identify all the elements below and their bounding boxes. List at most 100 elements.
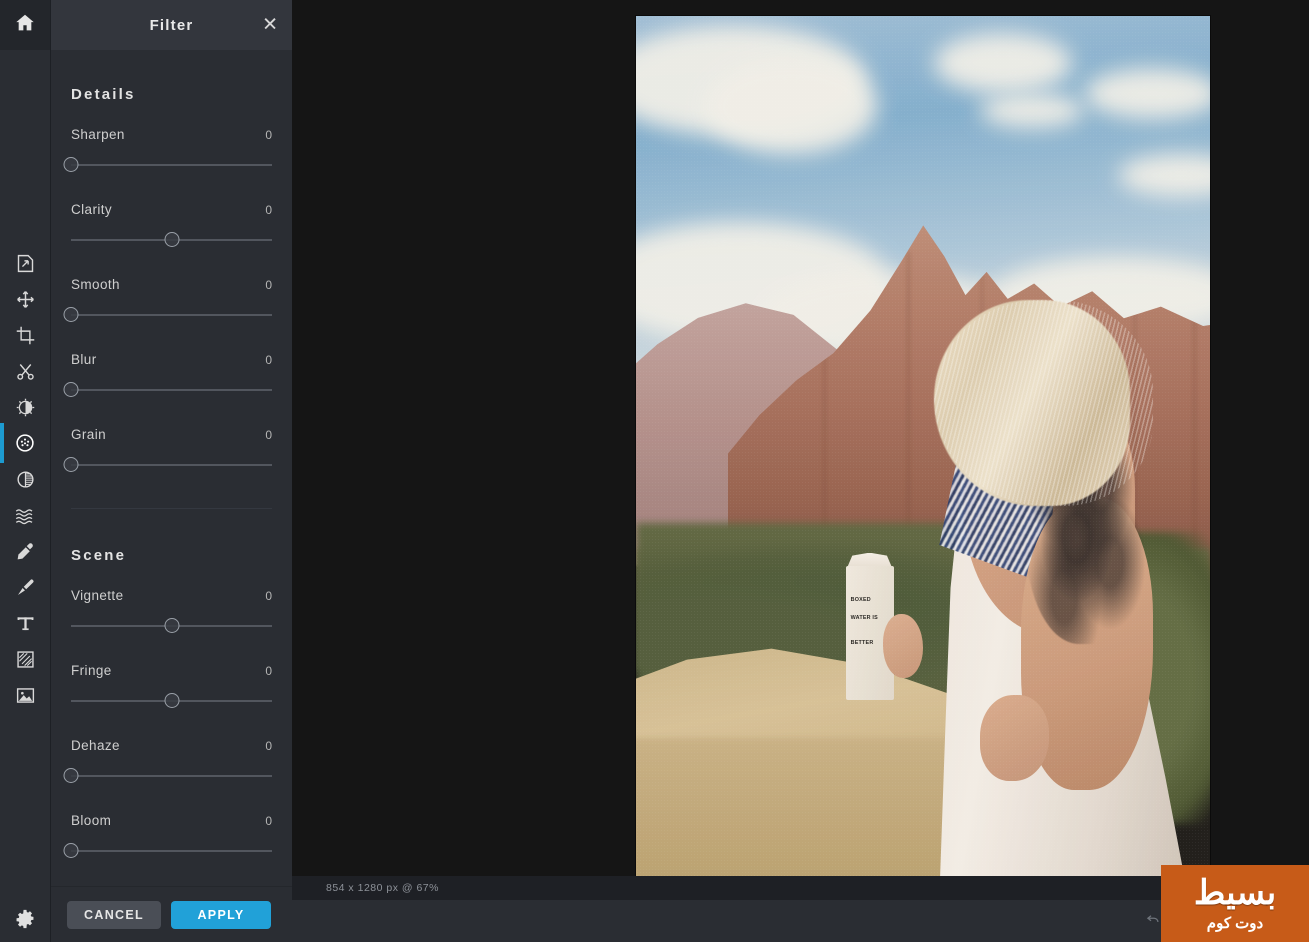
slider-blur[interactable]: Blur 0	[63, 352, 272, 399]
section-title-details: Details	[71, 86, 136, 103]
slider-track[interactable]	[71, 464, 272, 466]
slider-bloom[interactable]: Bloom 0	[63, 813, 272, 860]
slider-value: 0	[265, 353, 272, 367]
section-divider	[71, 508, 272, 509]
slider-value: 0	[265, 814, 272, 828]
filter-panel-body[interactable]: Details Sharpen 0 Clarity 0 Smooth 0 Blu…	[51, 50, 292, 886]
crop-tool[interactable]	[0, 317, 50, 353]
picture-icon	[15, 685, 36, 706]
slider-vignette[interactable]: Vignette 0	[71, 588, 272, 635]
watermark: بسيط دوت كوم	[1161, 865, 1309, 942]
slider-track[interactable]	[71, 164, 272, 166]
carton-text-line2: WATER IS	[850, 614, 878, 621]
slider-value: 0	[265, 128, 272, 142]
slider-track[interactable]	[71, 314, 272, 316]
slider-label: Clarity	[71, 202, 113, 217]
resize-tool[interactable]	[0, 245, 50, 281]
photo-hair-strands	[934, 299, 1153, 507]
adjust-tool[interactable]	[0, 389, 50, 425]
slider-label: Vignette	[71, 588, 124, 603]
crop-icon	[15, 325, 36, 346]
close-icon[interactable]: ✕	[262, 16, 278, 35]
paintbrush-icon	[15, 577, 36, 598]
slider-thumb[interactable]	[63, 457, 79, 472]
move-tool[interactable]	[0, 281, 50, 317]
scissors-icon	[15, 361, 36, 382]
photo-canvas[interactable]: BOXED WATER IS BETTER	[636, 16, 1210, 876]
slider-value: 0	[265, 203, 272, 217]
slider-sharpen[interactable]: Sharpen 0	[63, 127, 272, 174]
move-arrows-icon	[15, 289, 36, 310]
watermark-title: بسيط	[1193, 874, 1277, 912]
slider-clarity[interactable]: Clarity 0	[71, 202, 272, 249]
slider-label: Blur	[71, 352, 97, 367]
slider-track[interactable]	[71, 389, 272, 391]
slider-thumb[interactable]	[164, 693, 179, 708]
home-icon	[14, 12, 36, 39]
slider-thumb[interactable]	[63, 157, 79, 172]
settings-button[interactable]	[0, 900, 50, 942]
slider-thumb[interactable]	[63, 768, 79, 783]
slider-label: Sharpen	[71, 127, 125, 142]
page-title: Filter	[149, 16, 194, 34]
brightness-icon	[15, 397, 36, 418]
slider-fringe[interactable]: Fringe 0	[71, 663, 272, 710]
slider-label: Grain	[71, 427, 107, 442]
contrast-tool[interactable]	[0, 461, 50, 497]
carton-text-line3: BETTER	[850, 640, 874, 647]
carton-text-line1: BOXED	[850, 597, 871, 604]
image-tool[interactable]	[0, 677, 50, 713]
liquify-tool[interactable]	[0, 497, 50, 533]
filter-tool[interactable]	[0, 423, 50, 463]
slider-label: Bloom	[71, 813, 112, 828]
text-t-icon	[15, 613, 36, 634]
edited-photo: BOXED WATER IS BETTER	[636, 16, 1210, 876]
filter-panel-footer: CANCEL APPLY	[51, 886, 293, 942]
brush-tool[interactable]	[0, 569, 50, 605]
slider-label: Dehaze	[71, 738, 120, 753]
image-dimensions-status: 854 x 1280 px @ 67%	[326, 882, 439, 894]
resize-icon	[15, 253, 36, 274]
gear-icon	[14, 908, 36, 935]
slider-grain[interactable]: Grain 0	[63, 427, 272, 474]
photo-cloud	[934, 33, 1073, 94]
tool-list	[0, 245, 50, 713]
home-button[interactable]	[0, 0, 50, 50]
slider-thumb[interactable]	[63, 843, 79, 858]
slider-value: 0	[265, 589, 272, 603]
slider-track[interactable]	[71, 850, 272, 852]
slider-value: 0	[265, 739, 272, 753]
slider-thumb[interactable]	[63, 307, 79, 322]
canvas-area[interactable]: BOXED WATER IS BETTER 854 x 1280 px @ 67…	[292, 0, 1309, 942]
watermark-subtitle: دوت كوم	[1206, 915, 1264, 932]
pattern-tool[interactable]	[0, 641, 50, 677]
filter-panel-header: Filter ✕	[51, 0, 292, 50]
waves-icon	[14, 505, 36, 526]
slider-thumb[interactable]	[164, 618, 179, 633]
contrast-icon	[15, 469, 36, 490]
photo-hand	[882, 613, 923, 679]
hatch-square-icon	[15, 649, 36, 670]
slider-smooth[interactable]: Smooth 0	[63, 277, 272, 324]
undo-icon	[1146, 913, 1161, 929]
slider-track[interactable]	[71, 775, 272, 777]
slider-label: Smooth	[71, 277, 120, 292]
slider-value: 0	[265, 664, 272, 678]
bottom-toolbar: UNDO REDO	[292, 900, 1309, 942]
section-title-scene: Scene	[71, 547, 127, 564]
apply-button[interactable]: APPLY	[171, 900, 271, 929]
text-tool[interactable]	[0, 605, 50, 641]
cut-tool[interactable]	[0, 353, 50, 389]
filter-panel: Filter ✕ Details Sharpen 0 Clarity 0 Smo…	[50, 0, 293, 942]
eyedropper-tool[interactable]	[0, 533, 50, 569]
slider-dehaze[interactable]: Dehaze 0	[63, 738, 272, 785]
cancel-button[interactable]: CANCEL	[67, 900, 161, 929]
slider-thumb[interactable]	[164, 232, 179, 247]
tool-rail	[0, 0, 50, 942]
slider-label: Fringe	[71, 663, 112, 678]
photo-cloud	[980, 93, 1084, 128]
slider-thumb[interactable]	[63, 382, 79, 397]
status-bar: 854 x 1280 px @ 67%	[292, 876, 1309, 900]
eyedropper-icon	[15, 541, 36, 562]
slider-value: 0	[265, 428, 272, 442]
